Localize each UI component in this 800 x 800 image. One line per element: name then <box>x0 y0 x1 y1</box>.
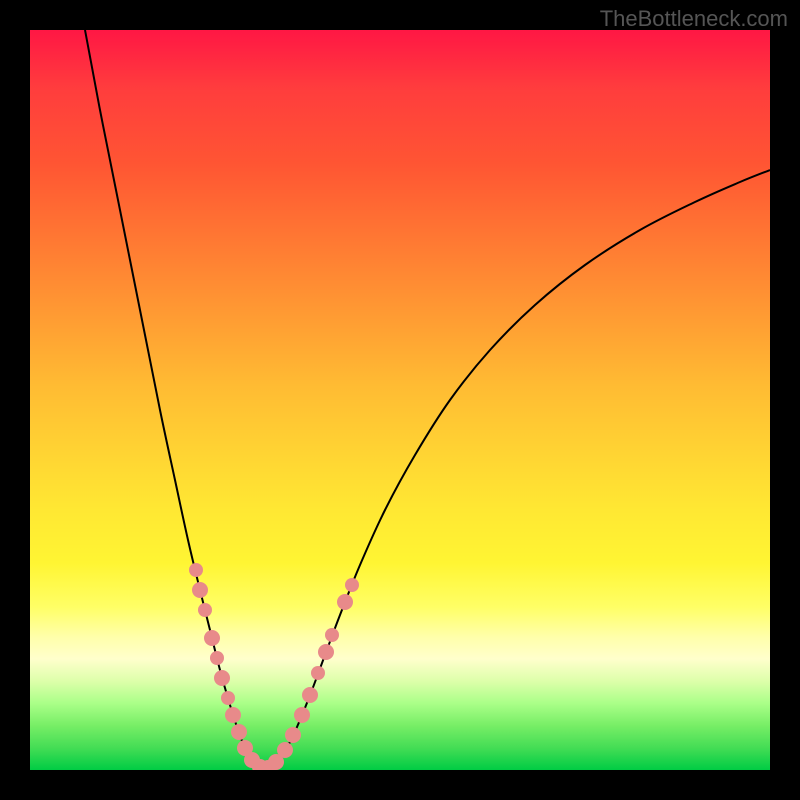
data-dot <box>225 707 241 723</box>
data-dot <box>311 666 325 680</box>
data-dot <box>204 630 220 646</box>
data-dot <box>231 724 247 740</box>
data-dot <box>198 603 212 617</box>
data-dot <box>285 727 301 743</box>
data-dot <box>214 670 230 686</box>
watermark-text: TheBottleneck.com <box>600 6 788 32</box>
data-dot <box>277 742 293 758</box>
data-dot <box>210 651 224 665</box>
data-dot <box>189 563 203 577</box>
data-dot <box>345 578 359 592</box>
chart-plot-area <box>30 30 770 770</box>
data-dots <box>189 563 359 770</box>
v-curve <box>85 30 770 769</box>
data-dot <box>221 691 235 705</box>
data-dot <box>192 582 208 598</box>
data-dot <box>302 687 318 703</box>
data-dot <box>294 707 310 723</box>
chart-svg <box>30 30 770 770</box>
data-dot <box>325 628 339 642</box>
data-dot <box>318 644 334 660</box>
data-dot <box>337 594 353 610</box>
